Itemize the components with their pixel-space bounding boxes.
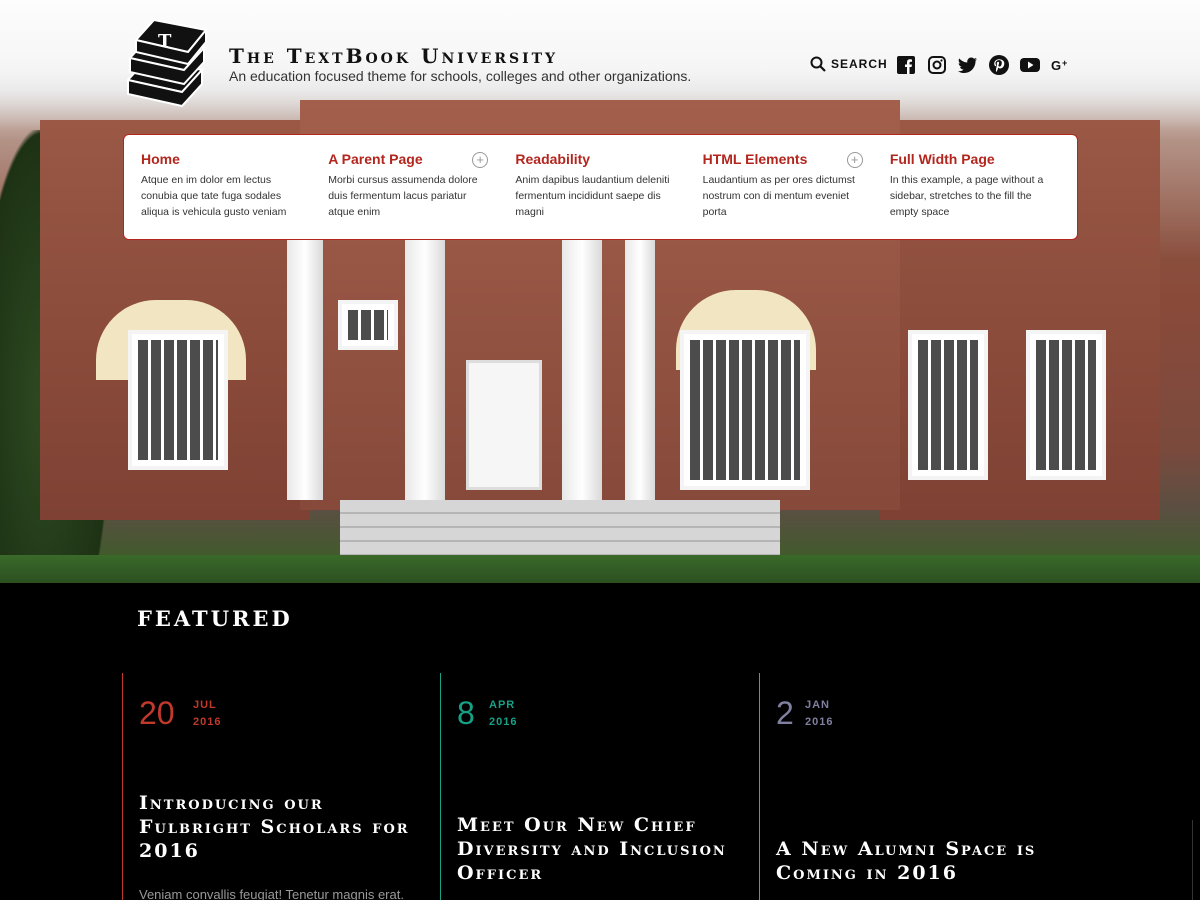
instagram-icon[interactable]: [927, 55, 947, 75]
post-title[interactable]: A New Alumni Space is Coming in 2016: [776, 837, 1066, 885]
svg-text:T: T: [158, 31, 172, 52]
post-title[interactable]: Meet Our New Chief Diversity and Inclusi…: [457, 813, 747, 885]
lawn: [0, 555, 1200, 583]
featured-card: 2 JAN 2016 A New Alumni Space is Coming …: [759, 673, 1077, 900]
window: [338, 300, 398, 350]
svg-text:+: +: [1062, 58, 1067, 68]
menu-item-a-parent-page[interactable]: A Parent Page Morbi cursus assumenda dol…: [328, 151, 515, 239]
featured-card: 8 APR 2016 Meet Our New Chief Diversity …: [440, 673, 758, 900]
menu-item-description: Atque en im dolor em lectus conubia que …: [141, 174, 287, 218]
post-year: 2016: [805, 716, 834, 728]
column: [405, 240, 445, 500]
scrollbar[interactable]: [1192, 820, 1198, 900]
menu-item-readability[interactable]: Readability Anim dapibus laudantium dele…: [515, 151, 702, 239]
post-year: 2016: [489, 716, 518, 728]
search-label: SEARCH: [831, 57, 888, 71]
window: [680, 330, 810, 490]
menu-item-label: Readability: [515, 151, 591, 167]
menu-item-full-width-page[interactable]: Full Width Page In this example, a page …: [890, 151, 1077, 239]
column: [625, 240, 655, 500]
main-menu: Home Atque en im dolor em lectus conubia…: [123, 134, 1078, 240]
search-icon: [810, 56, 826, 72]
svg-text:G: G: [1051, 58, 1061, 73]
twitter-icon[interactable]: [958, 55, 978, 75]
featured-card: 20 JUL 2016 Introducing our Fulbright Sc…: [122, 673, 440, 900]
facebook-icon[interactable]: [896, 55, 916, 75]
book-stack-icon: T: [126, 18, 208, 108]
menu-item-description: Laudantium as per ores dictumst nostrum …: [702, 174, 855, 218]
column: [287, 240, 323, 500]
site-title[interactable]: The TextBook University: [229, 44, 558, 68]
google-plus-icon[interactable]: G +: [1051, 55, 1071, 75]
logo[interactable]: T: [122, 18, 208, 112]
menu-item-description: In this example, a page without a sideba…: [889, 174, 1044, 218]
post-title[interactable]: Introducing our Fulbright Scholars for 2…: [139, 791, 429, 863]
social-links: G +: [896, 55, 1071, 75]
post-excerpt: Veniam convallis feugiat! Tenetur magnis…: [139, 887, 404, 900]
pinterest-icon[interactable]: [989, 55, 1009, 75]
post-day: 20: [139, 695, 175, 731]
menu-item-description: Morbi cursus assumenda dolore duis ferme…: [328, 174, 478, 218]
column: [562, 240, 602, 500]
window: [908, 330, 988, 480]
youtube-icon[interactable]: [1020, 55, 1040, 75]
post-day: 8: [457, 695, 475, 731]
site-tagline: An education focused theme for schools, …: [229, 68, 692, 84]
menu-item-html-elements[interactable]: HTML Elements Laudantium as per ores dic…: [703, 151, 890, 239]
front-door: [466, 360, 542, 490]
expand-submenu-icon[interactable]: +: [846, 152, 863, 168]
post-day: 2: [776, 695, 794, 731]
menu-item-label: Home: [141, 151, 180, 167]
post-month: JUL: [193, 699, 217, 711]
post-month: JAN: [805, 699, 831, 711]
post-month: APR: [489, 699, 516, 711]
menu-item-label: Full Width Page: [889, 151, 995, 167]
menu-item-description: Anim dapibus laudantium deleniti ferment…: [515, 174, 670, 218]
featured-heading: FEATURED: [137, 606, 293, 631]
menu-item-home[interactable]: Home Atque en im dolor em lectus conubia…: [141, 151, 328, 239]
window: [128, 330, 228, 470]
post-year: 2016: [193, 716, 222, 728]
window: [1026, 330, 1106, 480]
search-button[interactable]: SEARCH: [810, 56, 888, 72]
